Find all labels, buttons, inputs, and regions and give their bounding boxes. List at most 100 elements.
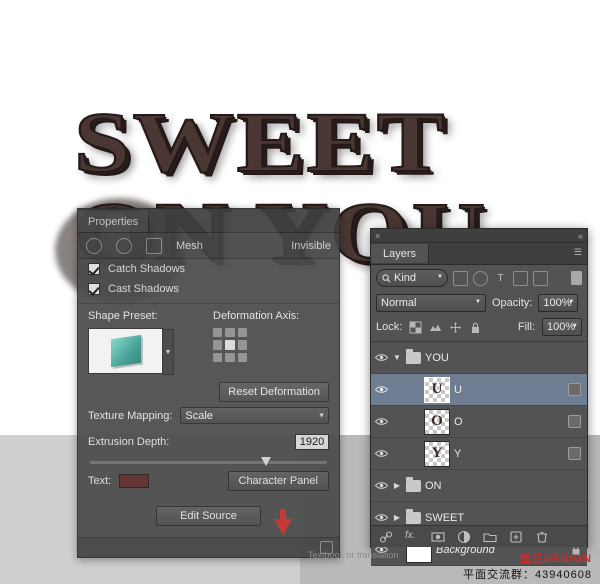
properties-tabbar: Properties xyxy=(78,209,339,233)
panel-menu-icon[interactable]: ☰ xyxy=(574,247,582,258)
deform-dot[interactable] xyxy=(225,328,234,337)
chevron-down-icon: ▼ xyxy=(318,412,325,419)
extrusion-depth-label: Extrusion Depth: xyxy=(88,436,169,448)
search-icon xyxy=(382,274,391,283)
cast-shadows-row[interactable]: Cast Shadows xyxy=(78,279,339,299)
deform-dot-center[interactable] xyxy=(225,340,234,349)
new-group-icon[interactable] xyxy=(483,530,497,544)
visibility-toggle-icon[interactable] xyxy=(374,481,388,490)
deform-dot[interactable] xyxy=(213,353,222,362)
table-row[interactable]: U U xyxy=(371,374,587,406)
shape-preset-preview xyxy=(111,335,141,367)
layer-name: SWEET xyxy=(425,512,587,524)
layer-thumbnail[interactable]: O xyxy=(424,409,450,435)
invisible-label: Invisible xyxy=(291,240,331,252)
pixel-filter-icon[interactable] xyxy=(453,271,468,286)
shape-preset-thumbnail[interactable]: ▼ xyxy=(88,328,163,374)
3d-badge-icon[interactable] xyxy=(568,415,581,428)
deform-dot[interactable] xyxy=(238,328,247,337)
visibility-toggle-icon[interactable] xyxy=(374,513,388,522)
watermark-note: Textbook or translation xyxy=(308,550,399,560)
cast-shadows-label: Cast Shadows xyxy=(108,283,179,295)
visibility-toggle-icon[interactable] xyxy=(374,385,388,394)
deform-dot[interactable] xyxy=(213,340,222,349)
cast-shadows-checkbox[interactable] xyxy=(88,283,100,295)
lock-all-icon[interactable] xyxy=(469,321,482,334)
opacity-input[interactable]: 100% ▼ xyxy=(538,294,578,312)
disclosure-triangle-icon[interactable]: ▼ xyxy=(392,353,402,362)
fill-label: Fill: xyxy=(518,321,535,333)
mesh-icon[interactable] xyxy=(146,238,162,254)
lock-image-icon[interactable] xyxy=(429,321,442,334)
visibility-toggle-icon[interactable] xyxy=(374,449,388,458)
collapse-icon[interactable]: « xyxy=(578,231,583,241)
adjustment-filter-icon[interactable] xyxy=(473,271,488,286)
properties-icon-row: Mesh Invisible xyxy=(78,233,339,259)
extrusion-depth-slider[interactable] xyxy=(90,461,327,464)
adjustment-icon[interactable] xyxy=(457,530,471,544)
chevron-down-icon[interactable]: ▼ xyxy=(162,329,174,375)
mask-icon[interactable] xyxy=(431,530,445,544)
layer-thumbnail[interactable]: U xyxy=(424,377,450,403)
properties-panel: Properties Mesh Invisible Catch Shadows … xyxy=(77,208,340,558)
deform-dot[interactable] xyxy=(238,340,247,349)
shape-preset-block: Shape Preset: ▼ Deformation Axis: xyxy=(78,310,339,374)
properties-footer xyxy=(78,537,339,557)
table-row[interactable]: ▶ ON xyxy=(371,470,587,502)
divider xyxy=(78,303,339,304)
disclosure-triangle-icon[interactable]: ▶ xyxy=(392,513,402,522)
shape-preset-col: Shape Preset: ▼ xyxy=(88,310,203,374)
visibility-toggle-icon[interactable] xyxy=(374,353,388,362)
layer-thumbnail[interactable]: Y xyxy=(424,441,450,467)
texture-mapping-select[interactable]: Scale ▼ xyxy=(180,407,329,424)
edit-source-button[interactable]: Edit Source xyxy=(156,506,261,526)
catch-shadows-row[interactable]: Catch Shadows xyxy=(78,259,339,279)
deformation-axis-label: Deformation Axis: xyxy=(213,310,329,322)
annotation-arrow xyxy=(274,519,292,535)
table-row[interactable]: Y Y xyxy=(371,438,587,470)
deform-dot[interactable] xyxy=(225,353,234,362)
visibility-toggle-icon[interactable] xyxy=(374,417,388,426)
filter-toggle[interactable] xyxy=(571,271,582,285)
disclosure-triangle-icon[interactable]: ▶ xyxy=(392,481,402,490)
fx-icon[interactable]: fx. xyxy=(405,530,419,544)
blend-mode-select[interactable]: Normal ▼ xyxy=(376,294,486,312)
filter-kind-select[interactable]: Kind ▼ xyxy=(376,269,448,287)
new-layer-icon[interactable] xyxy=(509,530,523,544)
lock-position-icon[interactable] xyxy=(449,321,462,334)
slider-thumb[interactable] xyxy=(261,457,271,466)
reset-deformation-button[interactable]: Reset Deformation xyxy=(219,382,329,402)
shape-preset-label: Shape Preset: xyxy=(88,310,203,322)
close-icon[interactable]: × xyxy=(375,231,380,241)
chevron-down-icon: ▼ xyxy=(572,323,578,329)
tab-properties[interactable]: Properties xyxy=(78,211,149,232)
layers-tabbar: Layers ☰ xyxy=(371,243,587,265)
character-panel-button[interactable]: Character Panel xyxy=(228,471,330,491)
deform-dot[interactable] xyxy=(238,353,247,362)
chevron-down-icon: ▼ xyxy=(568,299,574,305)
3d-badge-icon[interactable] xyxy=(568,447,581,460)
deformation-axis-grid[interactable] xyxy=(213,328,247,362)
extrusion-depth-input[interactable]: 1920 xyxy=(295,434,329,450)
layers-footer: fx. xyxy=(371,525,587,547)
table-row[interactable]: ▼ YOU xyxy=(371,342,587,374)
shape-filter-icon[interactable] xyxy=(513,271,528,286)
3d-badge-icon[interactable] xyxy=(568,383,581,396)
environment-icon[interactable] xyxy=(86,238,102,254)
fill-input[interactable]: 100% ▼ xyxy=(542,318,582,336)
deform-dot[interactable] xyxy=(213,328,222,337)
link-icon[interactable] xyxy=(379,530,393,544)
tab-layers[interactable]: Layers xyxy=(371,244,429,263)
chevron-down-icon: ▼ xyxy=(437,274,443,280)
catch-shadows-checkbox[interactable] xyxy=(88,263,100,275)
lock-transparent-icon[interactable] xyxy=(409,321,422,334)
scene-icon[interactable] xyxy=(116,238,132,254)
table-row[interactable]: O O xyxy=(371,406,587,438)
smart-object-filter-icon[interactable] xyxy=(533,271,548,286)
layer-thumb-glyph: O xyxy=(425,410,449,434)
type-filter-icon[interactable]: T xyxy=(493,271,508,286)
text-color-swatch[interactable] xyxy=(119,474,149,488)
opacity-label: Opacity: xyxy=(492,297,532,309)
delete-layer-icon[interactable] xyxy=(535,530,549,544)
lock-row: Lock: Fill: 100% ▼ xyxy=(371,315,587,342)
